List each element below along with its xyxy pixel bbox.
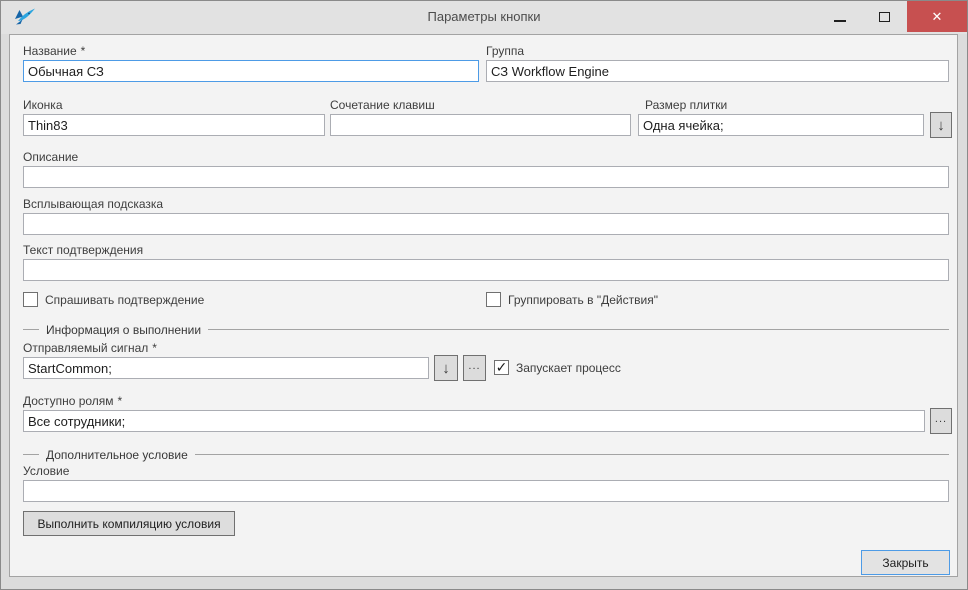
field-signal: Отправляемый сигнал *: [23, 342, 429, 379]
close-dialog-button[interactable]: Закрыть: [861, 550, 950, 575]
titlebar[interactable]: Параметры кнопки ✕: [1, 1, 967, 34]
checkmark-icon: ✓: [496, 360, 508, 374]
tile-size-input[interactable]: [638, 114, 924, 136]
section-additional-condition: Дополнительное условие: [23, 447, 949, 462]
ask-confirm-checkbox-row[interactable]: Спрашивать подтверждение: [23, 292, 204, 307]
minimize-icon: [834, 20, 846, 22]
minimize-button[interactable]: [817, 1, 862, 32]
window-controls: ✕: [817, 1, 967, 32]
tooltip-input[interactable]: [23, 213, 949, 235]
close-button[interactable]: ✕: [907, 1, 967, 32]
shortcut-label: Сочетание клавиш: [330, 99, 631, 114]
signal-dropdown-button[interactable]: ↓: [434, 355, 458, 381]
description-label: Описание: [23, 151, 949, 166]
separator-line: [23, 454, 39, 455]
field-roles: Доступно ролям *: [23, 395, 925, 432]
field-description: Описание: [23, 151, 949, 188]
starts-process-label: Запускает процесс: [516, 361, 621, 375]
roles-label: Доступно ролям *: [23, 395, 925, 410]
ask-confirm-label: Спрашивать подтверждение: [45, 293, 204, 307]
compile-condition-button-label: Выполнить компиляцию условия: [37, 517, 220, 531]
roles-browse-button[interactable]: ...: [930, 408, 952, 434]
form-panel: Название * Группа Иконка Сочетание клавиш…: [9, 34, 958, 577]
roles-label-text: Доступно ролям: [23, 394, 114, 408]
group-actions-checkbox[interactable]: [486, 292, 501, 307]
roles-required-mark: *: [118, 394, 123, 408]
field-icon: Иконка: [23, 99, 325, 136]
field-tooltip: Всплывающая подсказка: [23, 198, 949, 235]
roles-input[interactable]: [23, 410, 925, 432]
tile-size-dropdown-button[interactable]: ↓: [930, 112, 952, 138]
field-confirm-text: Текст подтверждения: [23, 244, 949, 281]
signal-label-text: Отправляемый сигнал: [23, 341, 148, 355]
name-label: Название *: [23, 45, 479, 60]
separator-line: [23, 329, 39, 330]
confirm-text-label: Текст подтверждения: [23, 244, 949, 259]
section-execution-info: Информация о выполнении: [23, 322, 949, 337]
group-actions-label: Группировать в "Действия": [508, 293, 658, 307]
tile-size-label: Размер плитки: [638, 99, 924, 114]
starts-process-checkbox-row[interactable]: ✓ Запускает процесс: [494, 360, 621, 375]
ask-confirm-checkbox[interactable]: [23, 292, 38, 307]
ellipsis-icon: ...: [935, 414, 947, 425]
signal-browse-button[interactable]: ...: [463, 355, 486, 381]
name-label-text: Название: [23, 44, 77, 58]
maximize-icon: [879, 12, 890, 22]
close-dialog-button-label: Закрыть: [882, 556, 928, 570]
icon-input[interactable]: [23, 114, 325, 136]
group-actions-checkbox-row[interactable]: Группировать в "Действия": [486, 292, 658, 307]
description-input[interactable]: [23, 166, 949, 188]
name-input[interactable]: [23, 60, 479, 82]
separator-line: [208, 329, 949, 330]
confirm-text-input[interactable]: [23, 259, 949, 281]
field-shortcut: Сочетание клавиш: [330, 99, 631, 136]
signal-required-mark: *: [152, 341, 157, 355]
compile-condition-button[interactable]: Выполнить компиляцию условия: [23, 511, 235, 536]
group-label: Группа: [486, 45, 949, 60]
group-input[interactable]: [486, 60, 949, 82]
execution-info-title: Информация о выполнении: [46, 323, 201, 337]
signal-label: Отправляемый сигнал *: [23, 342, 429, 357]
tooltip-label: Всплывающая подсказка: [23, 198, 949, 213]
starts-process-checkbox[interactable]: ✓: [494, 360, 509, 375]
shortcut-input[interactable]: [330, 114, 631, 136]
signal-input[interactable]: [23, 357, 429, 379]
field-name: Название *: [23, 45, 479, 82]
condition-label: Условие: [23, 465, 949, 480]
field-condition: Условие: [23, 465, 949, 502]
dropdown-arrow-icon: ↓: [442, 361, 450, 376]
separator-line: [195, 454, 949, 455]
maximize-button[interactable]: [862, 1, 907, 32]
field-group: Группа: [486, 45, 949, 82]
icon-label: Иконка: [23, 99, 325, 114]
dialog-window: Параметры кнопки ✕ Название * Группа: [0, 0, 968, 590]
field-tile-size: Размер плитки: [638, 99, 924, 136]
dropdown-arrow-icon: ↓: [937, 118, 945, 133]
name-required-mark: *: [81, 44, 86, 58]
additional-condition-title: Дополнительное условие: [46, 448, 188, 462]
close-icon: ✕: [932, 10, 943, 23]
ellipsis-icon: ...: [468, 361, 480, 372]
condition-input[interactable]: [23, 480, 949, 502]
